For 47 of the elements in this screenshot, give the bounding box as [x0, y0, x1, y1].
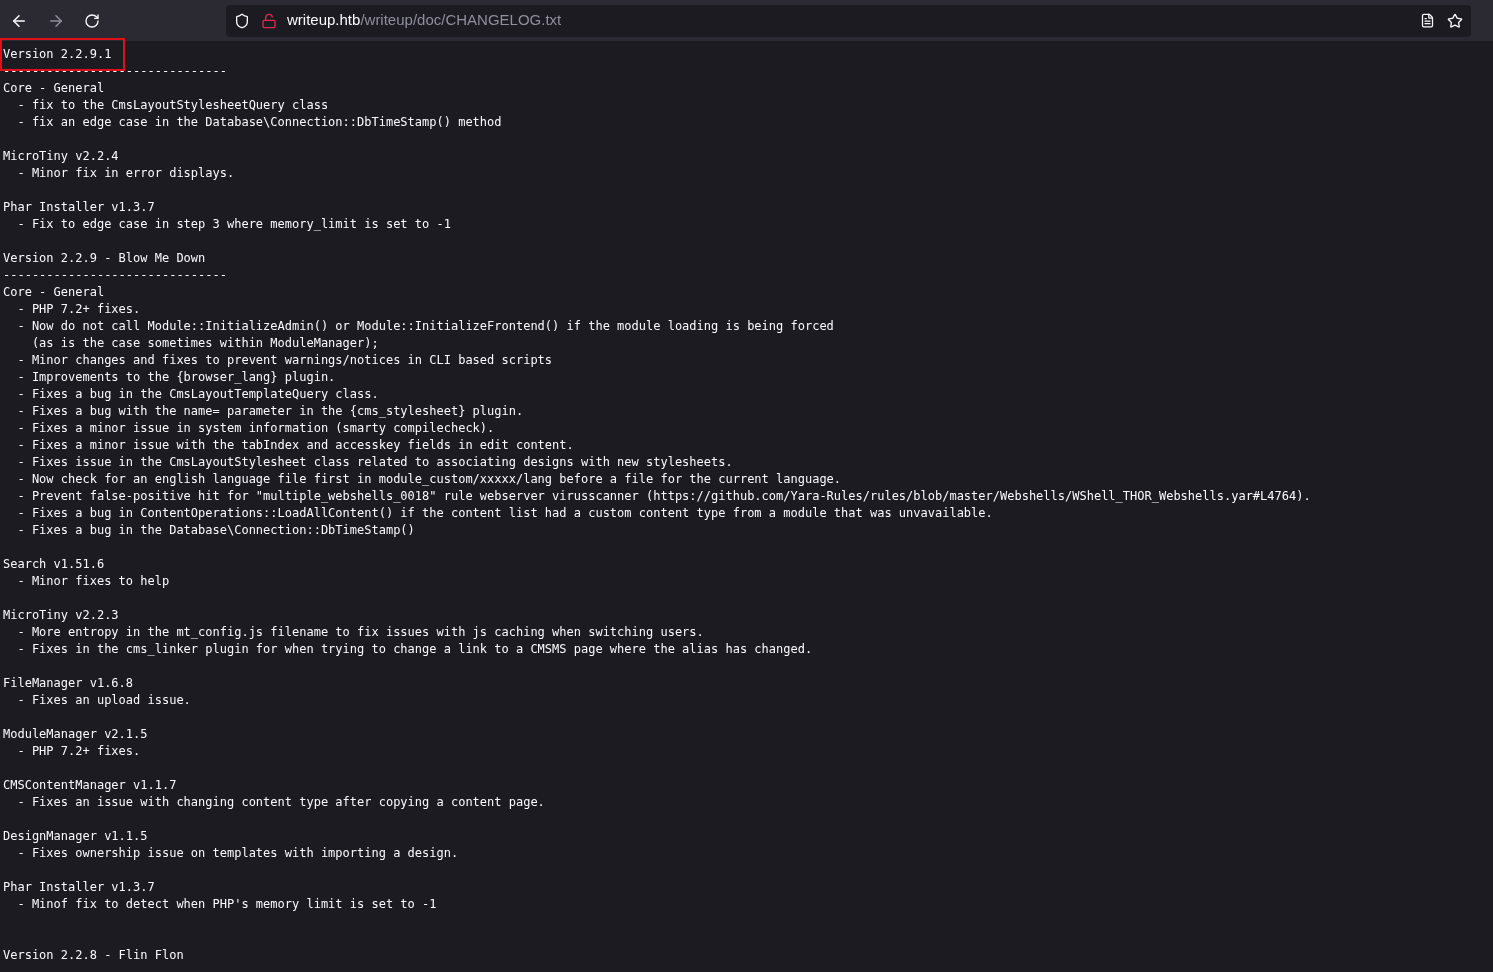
text-line: - Fixes in the cms_linker plugin for when trying to change a link to a CMSMS page where the alias has changed. [16, 641, 813, 658]
text-line: Phar Installer v1.3.7 [2, 879, 155, 896]
insecure-lock-icon[interactable] [261, 12, 277, 29]
text-line: Core - General [2, 284, 105, 301]
text-line: MicroTiny v2.2.4 [2, 148, 119, 165]
text-line: - Fixes a minor issue in system information (smarty compilecheck). [16, 420, 495, 437]
text-line: - Improvements to the {browser_lang} plugin. [16, 369, 336, 386]
text-line: Core - General [2, 80, 105, 97]
text-line: ModuleManager v2.1.5 [2, 726, 148, 743]
text-line: - Minor fixes to help [16, 573, 170, 590]
text-line: - Minof fix to detect when PHP's memory limit is set to -1 [16, 896, 437, 913]
text-line: MicroTiny v2.2.3 [2, 607, 119, 624]
text-line: - PHP 7.2+ fixes. [16, 743, 141, 760]
text-line: - Now check for an english language file first in module_custom/xxxxx/lang before a file for the current language. [16, 471, 842, 488]
text-line: - Minor changes and fixes to prevent warnings/notices in CLI based scripts [16, 352, 553, 369]
text-line: Version 2.2.9 - Blow Me Down [2, 250, 206, 267]
text-line: - Fixes an upload issue. [16, 692, 191, 709]
text-line: - Fixes a bug in the Database\Connection::DbTimeStamp() [16, 522, 415, 539]
text-line: - Fixes a bug with the name= parameter in the {cms_stylesheet} plugin. [16, 403, 524, 420]
text-line: - Now do not call Module::InitializeAdmin() or Module::InitializeFrontend() if the module loading is being forced [16, 318, 834, 335]
text-line: - Prevent false-positive hit for "multiple_webshells_0018" rule webserver virusscanner (https://github.com/Yara-Rules/rules/blob/master/Webshells/WShell_THOR_Webshells.yar#L4764). [16, 488, 1311, 505]
text-line: - Fixes a bug in the CmsLayoutTemplateQuery class. [16, 386, 379, 403]
text-line: - Fix to edge case in step 3 where memory_limit is set to -1 [16, 216, 451, 233]
text-line: - Fixes an issue with changing content type after copying a content page. [16, 794, 545, 811]
shield-icon[interactable] [234, 12, 250, 29]
reload-icon[interactable] [84, 12, 100, 29]
text-line: FileManager v1.6.8 [2, 675, 134, 692]
text-line: - More entropy in the mt_config.js filename to fix issues with js caching when switching users. [16, 624, 704, 641]
text-line: - Fixes issue in the CmsLayoutStylesheet class related to associating designs with new stylesheets. [16, 454, 733, 471]
text-line: DesignManager v1.1.5 [2, 828, 148, 845]
text-line: - Fixes a bug in ContentOperations::LoadAllContent() if the content list had a custom content type from a module that was unvavailable. [16, 505, 993, 522]
reader-view-icon[interactable] [1420, 13, 1435, 28]
text-line: ------------------------------- [2, 267, 227, 284]
text-line: - fix an edge case in the Database\Connection::DbTimeStamp() method [16, 114, 502, 131]
text-line: - Fixes ownership issue on templates with importing a design. [16, 845, 459, 862]
url-text[interactable]: writeup.htb/writeup/doc/CHANGELOG.txt [287, 9, 562, 32]
text-line: Phar Installer v1.3.7 [2, 199, 155, 216]
text-line: - Fixes a minor issue with the tabIndex and accesskey fields in edit content. [16, 437, 574, 454]
text-line: Version 2.2.8 - Flin Flon [2, 947, 184, 964]
text-line: - Minor fix in error displays. [16, 165, 235, 182]
text-line: CMSContentManager v1.1.7 [2, 777, 177, 794]
text-line: - fix to the CmsLayoutStylesheetQuery class [16, 97, 329, 114]
address-bar[interactable]: writeup.htb/writeup/doc/CHANGELOG.txt [226, 4, 1471, 37]
text-line: (as is the case sometimes within ModuleManager); [30, 335, 379, 352]
text-line: Search v1.51.6 [2, 556, 105, 573]
bookmark-star-icon[interactable] [1447, 12, 1463, 29]
text-line: - PHP 7.2+ fixes. [16, 301, 141, 318]
